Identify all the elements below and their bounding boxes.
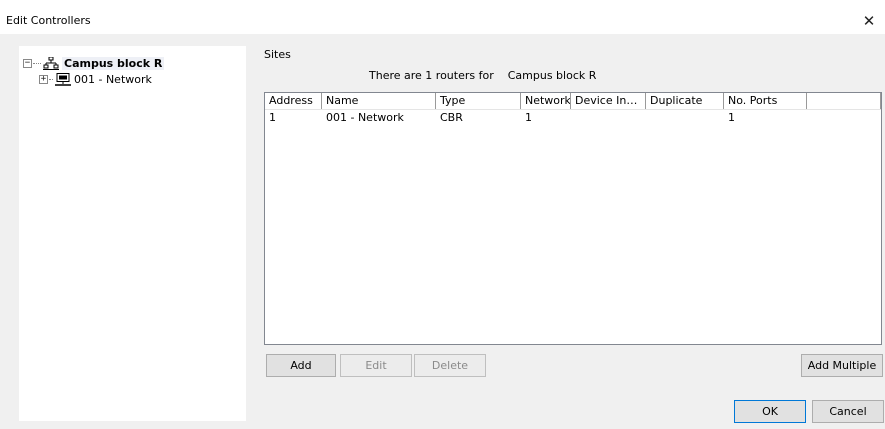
background-strip bbox=[0, 0, 885, 7]
tree-connector bbox=[33, 62, 41, 64]
column-header-address[interactable]: Address bbox=[265, 93, 322, 109]
sites-label: Sites bbox=[264, 48, 291, 61]
column-header-no-ports[interactable]: No. Ports bbox=[724, 93, 807, 109]
column-header-name[interactable]: Name bbox=[322, 93, 436, 109]
monitor-icon bbox=[55, 72, 71, 86]
cell-duplicate bbox=[646, 110, 724, 125]
ok-button[interactable]: OK bbox=[734, 400, 806, 423]
edit-button[interactable]: Edit bbox=[340, 354, 412, 377]
title-bar: Edit Controllers ✕ bbox=[0, 7, 885, 34]
cell-no-ports: 1 bbox=[728, 111, 735, 124]
add-button[interactable]: Add bbox=[266, 354, 336, 377]
column-header-extra[interactable] bbox=[807, 93, 881, 109]
network-tree-icon bbox=[43, 56, 59, 70]
column-header-device-info[interactable]: Device In… bbox=[571, 93, 646, 109]
table-row[interactable]: 1 001 - Network CBR 1 1 bbox=[265, 110, 881, 125]
cell-name: 001 - Network bbox=[326, 111, 404, 124]
routers-summary: There are 1 routers for Campus block R bbox=[369, 69, 610, 82]
routers-table[interactable]: Address Name Type Network Device In… Dup… bbox=[264, 92, 882, 345]
tree-node-network-label[interactable]: 001 - Network bbox=[74, 73, 152, 86]
cell-device-info bbox=[571, 110, 646, 125]
tree-connector bbox=[49, 78, 53, 80]
cell-address: 1 bbox=[269, 111, 276, 124]
cell-type: CBR bbox=[440, 111, 463, 124]
routers-summary-site: Campus block R bbox=[507, 69, 597, 82]
dialog-title: Edit Controllers bbox=[6, 14, 91, 27]
delete-button[interactable]: Delete bbox=[414, 354, 486, 377]
table-header: Address Name Type Network Device In… Dup… bbox=[265, 93, 881, 110]
tree-node-root-label[interactable]: Campus block R bbox=[62, 56, 165, 70]
expand-icon[interactable]: + bbox=[39, 74, 48, 84]
column-header-network[interactable]: Network bbox=[521, 93, 571, 109]
tree-node-network[interactable]: + 001 - Network bbox=[39, 72, 152, 86]
tree-node-root[interactable]: − Campus block R bbox=[23, 56, 165, 70]
cancel-button[interactable]: Cancel bbox=[812, 400, 884, 423]
column-header-duplicate[interactable]: Duplicate bbox=[646, 93, 724, 109]
controller-tree[interactable]: − Campus block R + 001 - Network bbox=[19, 46, 246, 421]
column-header-type[interactable]: Type bbox=[436, 93, 521, 109]
cell-extra bbox=[807, 110, 881, 125]
collapse-icon[interactable]: − bbox=[23, 58, 32, 68]
routers-summary-text: There are 1 routers for bbox=[369, 69, 494, 82]
edit-controllers-dialog: Edit Controllers ✕ − Campus block R + 00… bbox=[0, 7, 885, 429]
close-icon[interactable]: ✕ bbox=[853, 7, 885, 34]
cell-network: 1 bbox=[525, 111, 532, 124]
add-multiple-button[interactable]: Add Multiple bbox=[801, 354, 883, 377]
